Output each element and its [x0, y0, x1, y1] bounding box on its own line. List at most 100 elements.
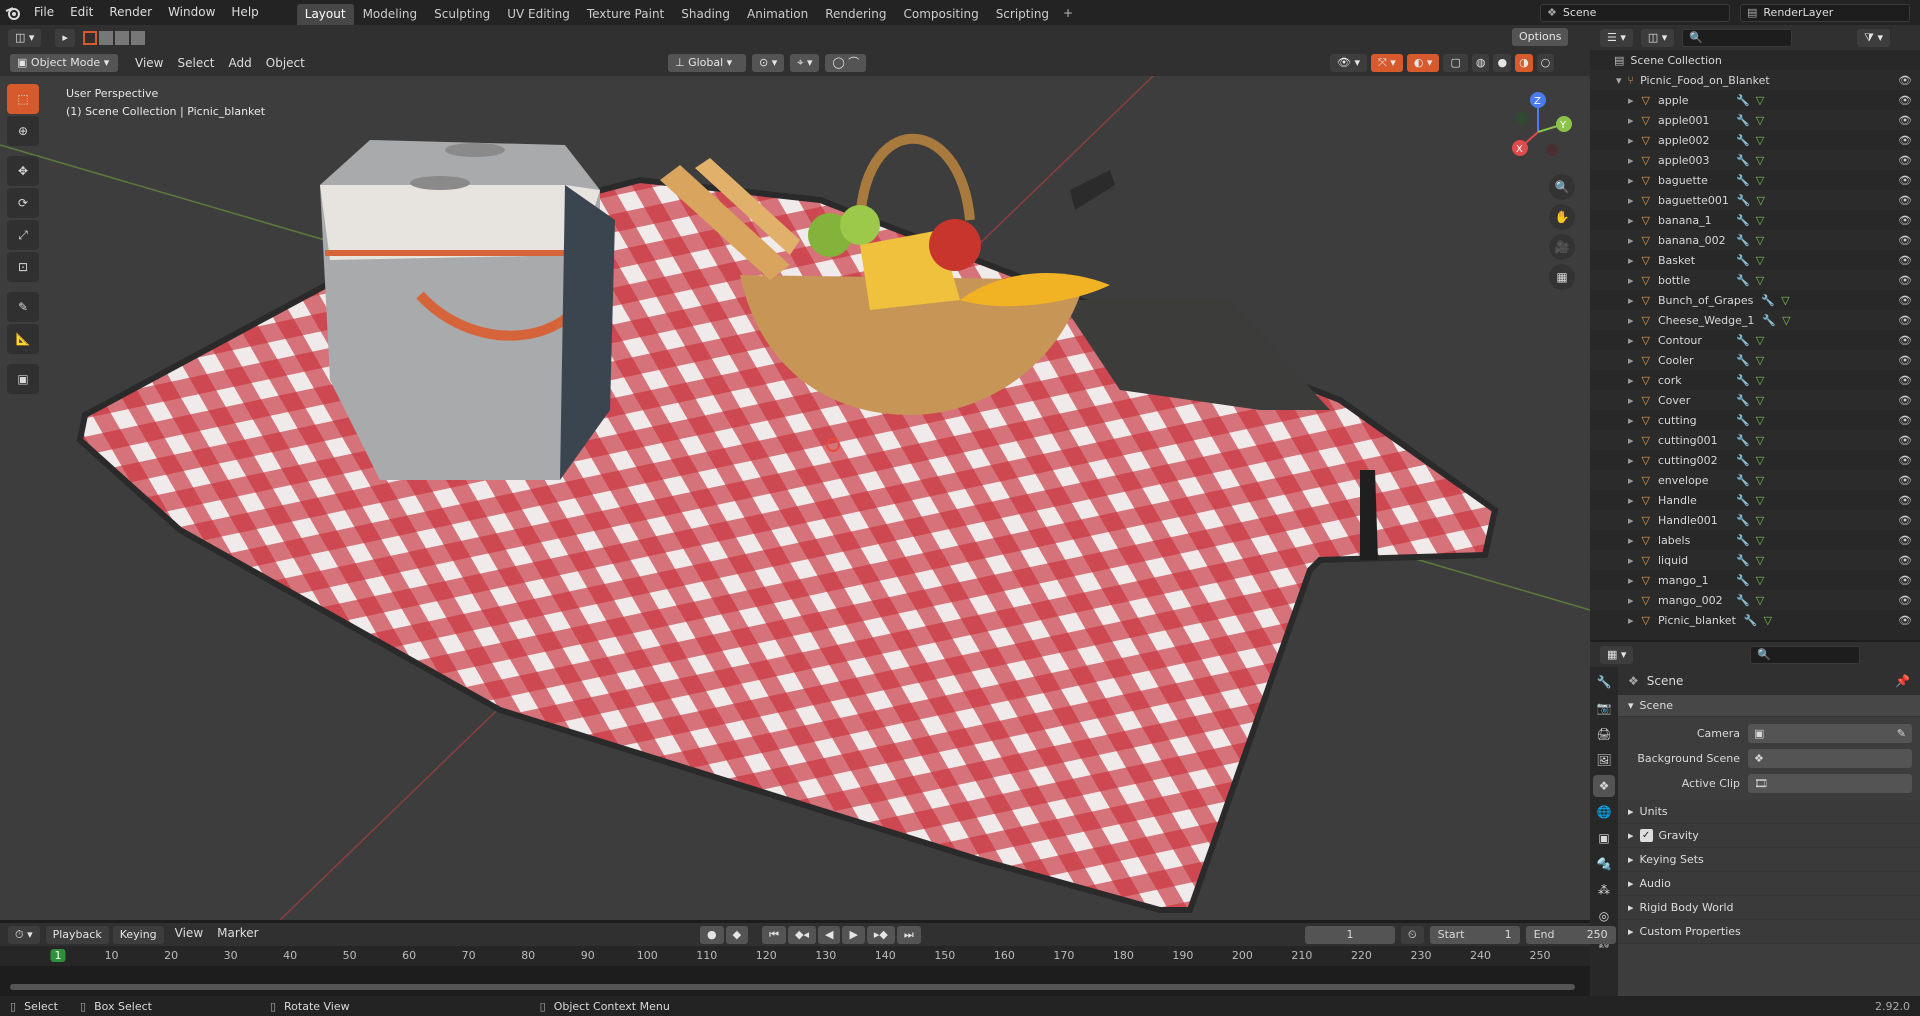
modifier-wrench-icon[interactable]: 🔧 — [1736, 174, 1750, 187]
shading-material[interactable]: ◑ — [1515, 54, 1533, 72]
mesh-data-icon[interactable]: ▽ — [1756, 454, 1764, 467]
tab-texture-paint[interactable]: Texture Paint — [579, 4, 672, 25]
world-icon[interactable]: 🌐 — [1593, 801, 1615, 823]
eye-icon[interactable]: 👁 — [1898, 194, 1912, 207]
expand-arrow-icon[interactable]: ▸ — [1628, 334, 1634, 347]
play-reverse-icon[interactable]: ◀ — [817, 925, 841, 944]
eye-icon[interactable]: 👁 — [1898, 514, 1912, 527]
keyframe-insert-icon[interactable]: ◆ — [725, 925, 749, 944]
eye-icon[interactable]: 👁 — [1898, 314, 1912, 327]
select-extend-icon[interactable] — [98, 30, 113, 45]
panel-scene[interactable]: ▾ Scene — [1618, 695, 1920, 717]
modifier-wrench-icon[interactable]: 🔧 — [1744, 614, 1758, 627]
tab-layout[interactable]: Layout — [296, 4, 354, 25]
mesh-data-icon[interactable]: ▽ — [1756, 274, 1764, 287]
outliner-item-contour[interactable]: ▸ ▽ Contour 🔧 ▽ 👁 — [1590, 330, 1920, 350]
panel-rigid-body-world[interactable]: ▸ Rigid Body World — [1618, 896, 1920, 920]
menu-window[interactable]: Window — [160, 0, 223, 25]
tool-select-icon[interactable]: ▸ — [55, 28, 75, 47]
modifier-wrench-icon[interactable]: 🔧 — [1736, 474, 1750, 487]
playhead[interactable]: 1 — [50, 949, 66, 962]
tab-animation[interactable]: Animation — [739, 4, 816, 25]
expand-arrow-icon[interactable]: ▸ — [1628, 434, 1634, 447]
eye-icon[interactable]: 👁 — [1898, 594, 1912, 607]
expand-arrow-icon[interactable]: ▸ — [1628, 254, 1634, 267]
select-new-icon[interactable] — [82, 30, 97, 45]
expand-arrow-icon[interactable]: ▸ — [1628, 214, 1634, 227]
timeline-menu-marker[interactable]: Marker — [210, 926, 265, 944]
eye-icon[interactable]: 👁 — [1898, 214, 1912, 227]
timeline-menu-playback[interactable]: Playback — [45, 925, 109, 944]
scene-collection-row[interactable]: ▤ Scene Collection — [1590, 50, 1920, 70]
modifier-wrench-icon[interactable]: 🔧 — [1761, 294, 1775, 307]
collection-row[interactable]: ▾ ⑂ Picnic_Food_on_Blanket 👁 — [1590, 70, 1920, 90]
eye-icon[interactable]: 👁 — [1898, 74, 1912, 87]
outliner-item-apple002[interactable]: ▸ ▽ apple002 🔧 ▽ 👁 — [1590, 130, 1920, 150]
pan-hand-icon[interactable]: ✋ — [1549, 204, 1575, 230]
outliner-item-handle001[interactable]: ▸ ▽ Handle001 🔧 ▽ 👁 — [1590, 510, 1920, 530]
panel-gravity[interactable]: ▸ ✓ Gravity — [1618, 824, 1920, 848]
menu-render[interactable]: Render — [101, 0, 160, 25]
viewport-menu-object[interactable]: Object — [259, 56, 312, 70]
mesh-data-icon[interactable]: ▽ — [1756, 134, 1764, 147]
outliner-item-cooler[interactable]: ▸ ▽ Cooler 🔧 ▽ 👁 — [1590, 350, 1920, 370]
modifier-wrench-icon[interactable]: 🔧 — [1736, 254, 1750, 267]
panel-custom-properties[interactable]: ▸ Custom Properties — [1618, 920, 1920, 944]
expand-arrow-icon[interactable]: ▸ — [1628, 554, 1634, 567]
modifier-wrench-icon[interactable]: 🔧 — [1736, 594, 1750, 607]
display-mode-button[interactable]: ◫ ▾ — [1640, 28, 1675, 47]
expand-arrow-icon[interactable]: ▸ — [1628, 154, 1634, 167]
mesh-data-icon[interactable]: ▽ — [1756, 254, 1764, 267]
modifier-wrench-icon[interactable]: 🔧 — [1736, 434, 1750, 447]
options-button[interactable]: Options — [1512, 28, 1569, 46]
mesh-data-icon[interactable]: ▽ — [1756, 114, 1764, 127]
modifier-wrench-icon[interactable]: 🔧 — [1736, 414, 1750, 427]
modifier-wrench-icon[interactable]: 🔧 — [1736, 354, 1750, 367]
eye-icon[interactable]: 👁 — [1898, 374, 1912, 387]
modifier-wrench-icon[interactable]: 🔧 — [1762, 314, 1776, 327]
mesh-data-icon[interactable]: ▽ — [1756, 334, 1764, 347]
physics-icon[interactable]: ◎ — [1593, 905, 1615, 927]
outliner-item-cover[interactable]: ▸ ▽ Cover 🔧 ▽ 👁 — [1590, 390, 1920, 410]
mesh-data-icon[interactable]: ▽ — [1756, 94, 1764, 107]
outliner-editor-type[interactable]: ☰ ▾ — [1600, 28, 1633, 47]
expand-arrow-icon[interactable]: ▸ — [1628, 174, 1634, 187]
modifier-wrench-icon[interactable]: 🔧 — [1736, 134, 1750, 147]
select-invert-icon[interactable] — [130, 30, 145, 45]
tab-compositing[interactable]: Compositing — [895, 4, 986, 25]
modifier-wrench-icon[interactable]: 🔧 — [1736, 554, 1750, 567]
camera-field[interactable]: ▣ ✎ — [1748, 724, 1912, 743]
expand-arrow-icon[interactable]: ▸ — [1628, 474, 1634, 487]
next-keyframe-icon[interactable]: ▸◆ — [866, 925, 895, 944]
mode-selector[interactable]: ▣ Object Mode ▾ — [10, 54, 118, 72]
expand-arrow-icon[interactable]: ▸ — [1628, 414, 1634, 427]
panel-keying-sets[interactable]: ▸ Keying Sets — [1618, 848, 1920, 872]
outliner-item-handle[interactable]: ▸ ▽ Handle 🔧 ▽ 👁 — [1590, 490, 1920, 510]
mesh-data-icon[interactable]: ▽ — [1756, 534, 1764, 547]
menu-file[interactable]: File — [26, 0, 62, 25]
menu-edit[interactable]: Edit — [62, 0, 101, 25]
shading-rendered[interactable]: ○ — [1536, 54, 1555, 72]
properties-search[interactable]: 🔍 — [1750, 645, 1860, 664]
mesh-data-icon[interactable]: ▽ — [1757, 194, 1765, 207]
expand-arrow-icon[interactable]: ▸ — [1628, 234, 1634, 247]
mesh-data-icon[interactable]: ▽ — [1756, 174, 1764, 187]
add-workspace-button[interactable]: + — [1058, 6, 1078, 20]
zoom-icon[interactable]: 🔍 — [1549, 174, 1575, 200]
mesh-data-icon[interactable]: ▽ — [1756, 594, 1764, 607]
preview-range-icon[interactable]: ⏲ — [1401, 925, 1424, 944]
filter-icon[interactable]: ⧩ ▾ — [1857, 28, 1890, 47]
viewport-menu-select[interactable]: Select — [170, 56, 221, 70]
modifier-wrench-icon[interactable]: 🔧 — [1736, 334, 1750, 347]
mesh-data-icon[interactable]: ▽ — [1756, 494, 1764, 507]
current-frame-field[interactable]: 1 — [1305, 925, 1395, 944]
particles-icon[interactable]: ⁂ — [1593, 879, 1615, 901]
viewport-menu-add[interactable]: Add — [222, 56, 259, 70]
modifier-wrench-icon[interactable]: 🔧 — [1736, 534, 1750, 547]
mesh-data-icon[interactable]: ▽ — [1756, 214, 1764, 227]
outliner-item-picnic_blanket[interactable]: ▸ ▽ Picnic_blanket 🔧 ▽ 👁 — [1590, 610, 1920, 630]
tab-sculpting[interactable]: Sculpting — [426, 4, 498, 25]
mesh-data-icon[interactable]: ▽ — [1756, 234, 1764, 247]
outliner-item-apple[interactable]: ▸ ▽ apple 🔧 ▽ 👁 — [1590, 90, 1920, 110]
outliner-item-mango_002[interactable]: ▸ ▽ mango_002 🔧 ▽ 👁 — [1590, 590, 1920, 610]
